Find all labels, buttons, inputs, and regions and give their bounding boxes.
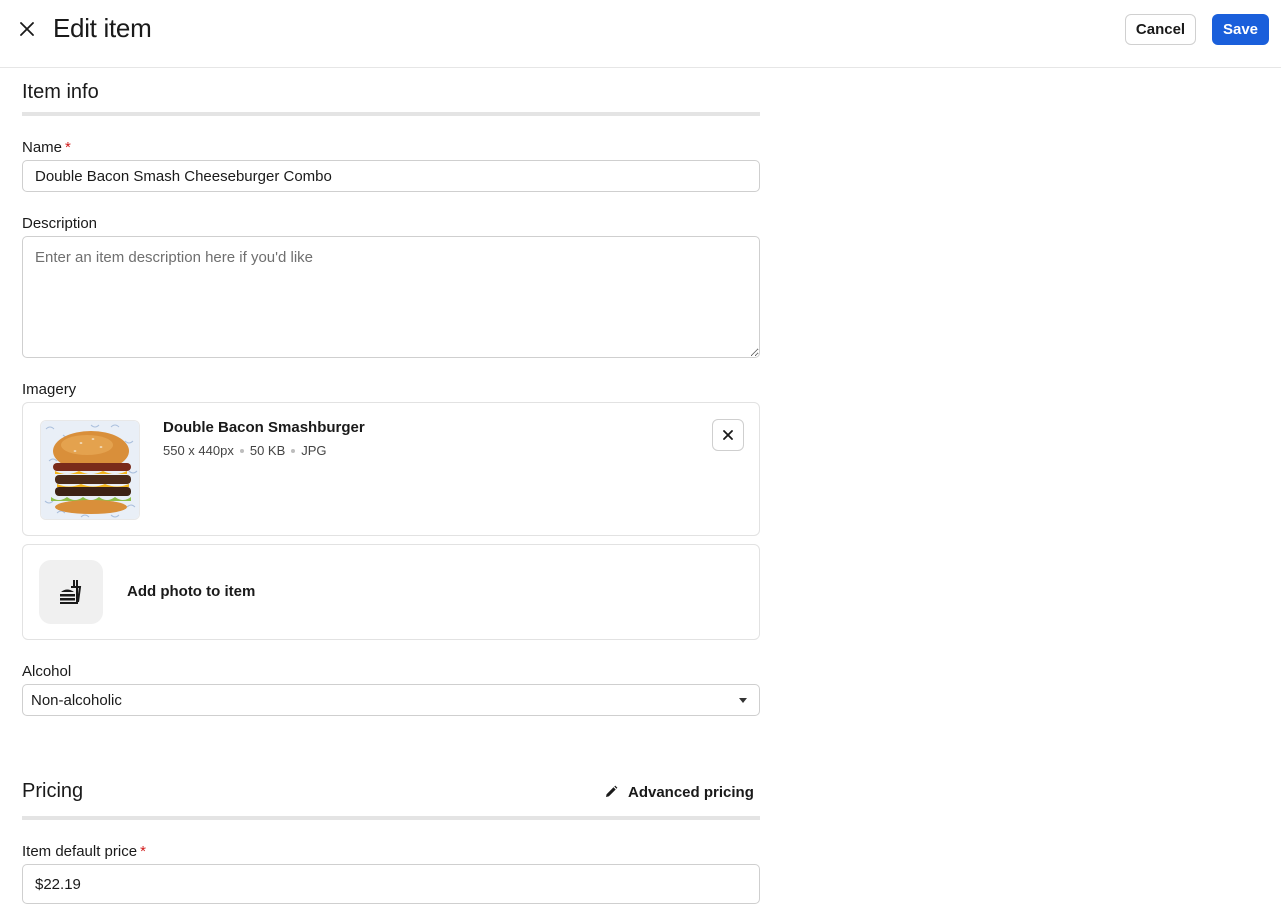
image-format: JPG [301,443,327,458]
alcohol-label: Alcohol [22,663,72,680]
default-price-input[interactable] [22,864,760,904]
add-photo-label: Add photo to item [127,583,256,600]
default-price-label: Item default price * [22,843,146,860]
top-bar: Edit item Cancel Save [0,0,1281,68]
separator-dot [239,448,244,453]
name-label: Name * [22,139,71,156]
image-dimensions: 550 x 440px [163,443,234,458]
advanced-pricing-button[interactable]: Advanced pricing [604,780,754,804]
close-button[interactable] [14,16,40,42]
required-marker: * [65,139,71,156]
name-input[interactable] [22,160,760,192]
section-title-item-info: Item info [22,81,99,103]
pencil-icon [606,785,618,797]
add-photo-icon-box [39,560,103,624]
section-divider [22,816,760,820]
name-label-text: Name [22,139,63,156]
section-title-pricing: Pricing [22,780,84,802]
section-divider [22,112,760,116]
default-price-label-text: Item default price [22,843,138,860]
remove-image-button[interactable] [712,419,744,451]
description-textarea[interactable] [22,236,760,358]
separator-dot [291,448,296,453]
item-image-thumbnail [40,420,140,520]
burger-image [41,421,139,519]
required-marker: * [140,843,146,860]
cancel-button[interactable]: Cancel [1125,14,1196,45]
imagery-label: Imagery [22,381,77,398]
save-button[interactable]: Save [1212,14,1269,45]
image-name: Double Bacon Smashburger [163,419,365,436]
advanced-pricing-label: Advanced pricing [628,783,754,801]
image-meta: 550 x 440px 50 KB JPG [163,443,327,458]
close-icon [20,22,34,36]
food-icon [60,580,82,604]
image-card: Double Bacon Smashburger 550 x 440px 50 … [22,402,760,536]
description-label: Description [22,215,98,232]
alcohol-select-value: Non-alcoholic [31,692,122,709]
image-size: 50 KB [249,443,286,458]
caret-down-icon [739,698,747,703]
add-photo-card[interactable]: Add photo to item [22,544,760,640]
alcohol-select[interactable]: Non-alcoholic [22,684,760,716]
page-title: Edit item [53,13,152,43]
close-icon [723,430,733,440]
